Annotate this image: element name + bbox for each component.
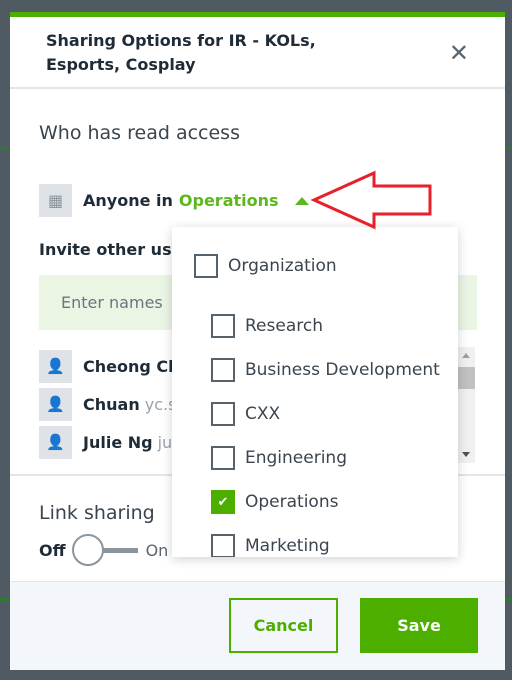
option-label: Engineering [245,448,347,468]
selected-group[interactable]: Operations [179,191,279,210]
user-name: Julie Ng [83,432,153,452]
invite-label: Invite other us [39,240,172,259]
option-cxx[interactable]: CXX [211,402,280,426]
checkbox[interactable] [194,254,218,278]
scroll-up-icon[interactable] [462,353,470,358]
option-label: Marketing [245,536,330,556]
modal-footer: Cancel Save [10,581,505,670]
toggle-on-label: On [145,540,169,560]
checkbox-checked[interactable]: ✔ [211,490,235,514]
check-icon: ✔ [217,494,229,510]
user-name: Chuan [83,394,140,414]
checkbox[interactable] [211,358,235,382]
option-label: Operations [245,492,339,512]
cancel-button[interactable]: Cancel [229,598,338,653]
caret-up-icon[interactable] [294,196,309,205]
option-engineering[interactable]: Engineering [211,446,347,470]
read-access-title: Who has read access [39,122,240,144]
link-sharing-toggle-group: Off On [39,534,168,566]
building-icon: ▦ [39,184,72,217]
avatar: 👤 [39,387,72,421]
avatar: 👤 [39,425,72,459]
save-button[interactable]: Save [360,598,478,653]
option-label: CXX [245,404,281,424]
annotation-arrow-icon [310,170,432,230]
checkbox[interactable] [211,534,235,557]
toggle-off-label: Off [39,540,66,560]
checkbox[interactable] [211,314,235,338]
link-sharing-toggle[interactable] [71,534,144,566]
option-research[interactable]: Research [211,314,323,338]
group-dropdown: Organization Research Business Developme… [172,227,458,557]
user-list-scrollbar[interactable] [458,347,475,463]
scroll-down-icon[interactable] [462,452,470,457]
option-label: Organization [228,256,337,276]
option-organization[interactable]: Organization [194,254,337,278]
option-marketing[interactable]: Marketing [211,534,330,557]
read-access-selector[interactable]: ▦ Anyone in Operations [39,184,309,217]
anyone-prefix: Anyone in [83,191,173,210]
link-sharing-title: Link sharing [39,502,155,524]
checkbox[interactable] [211,446,235,470]
avatar: 👤 [39,349,72,383]
user-name: Cheong Ch [83,356,180,376]
option-business-development[interactable]: Business Development [211,358,440,382]
user-email: ju [157,432,173,452]
checkbox[interactable] [211,402,235,426]
close-icon[interactable]: ✕ [449,39,469,67]
scroll-thumb[interactable] [458,367,475,389]
modal-header: Sharing Options for IR - KOLs, Esports, … [10,17,505,89]
option-label: Research [245,316,323,336]
option-label: Business Development [245,360,440,380]
modal-title: Sharing Options for IR - KOLs, Esports, … [46,31,316,74]
option-operations[interactable]: ✔ Operations [211,490,338,514]
